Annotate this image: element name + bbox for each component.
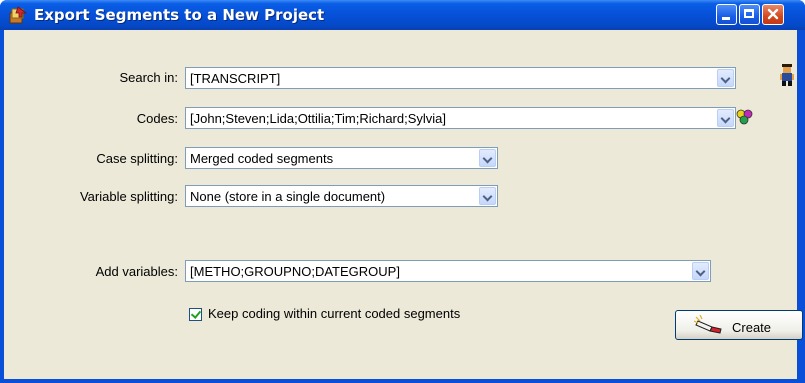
minimize-button[interactable] [716,4,737,25]
variable-splitting-label: Variable splitting: [79,189,178,204]
create-button-label: Create [732,320,772,335]
window-title: Export Segments to a New Project [34,6,325,24]
help-person-icon[interactable] [779,63,795,87]
case-splitting-label: Case splitting: [96,151,178,166]
chevron-down-icon[interactable] [717,69,734,87]
search-in-select[interactable]: [TRANSCRIPT] [185,67,736,89]
codes-select[interactable]: [John;Steven;Lida;Ottilia;Tim;Richard;Sy… [185,107,736,129]
flashlight-icon [694,315,722,334]
variable-splitting-select[interactable]: None (store in a single document) [185,185,498,207]
case-splitting-value: Merged coded segments [190,151,334,166]
dialog-window: Export Segments to a New Project Search … [0,0,805,383]
maximize-button[interactable] [739,4,760,25]
search-in-value: [TRANSCRIPT] [190,71,281,86]
codes-value: [John;Steven;Lida;Ottilia;Tim;Richard;Sy… [190,111,447,126]
colored-codes-icon[interactable] [736,109,754,125]
chevron-down-icon[interactable] [479,187,496,205]
add-variables-label: Add variables: [95,264,178,279]
keep-coding-label[interactable]: Keep coding within current coded segment… [208,306,460,321]
chevron-down-icon[interactable] [692,262,709,280]
search-in-label: Search in: [119,70,178,85]
case-splitting-select[interactable]: Merged coded segments [185,147,498,169]
codes-label: Codes: [136,111,178,126]
close-button[interactable] [762,4,784,25]
title-bar[interactable]: Export Segments to a New Project [0,0,805,30]
keep-coding-checkbox[interactable] [189,308,202,321]
add-variables-value: [METHO;GROUPNO;DATEGROUP] [190,264,400,279]
variable-splitting-value: None (store in a single document) [190,189,386,204]
chevron-down-icon[interactable] [479,149,496,167]
export-project-icon [9,6,28,24]
chevron-down-icon[interactable] [717,109,734,127]
create-button[interactable]: Create [675,310,803,340]
dialog-body: Search in: [TRANSCRIPT] Codes: [John;Ste… [4,30,803,379]
close-icon [767,8,779,20]
add-variables-select[interactable]: [METHO;GROUPNO;DATEGROUP] [185,260,711,282]
